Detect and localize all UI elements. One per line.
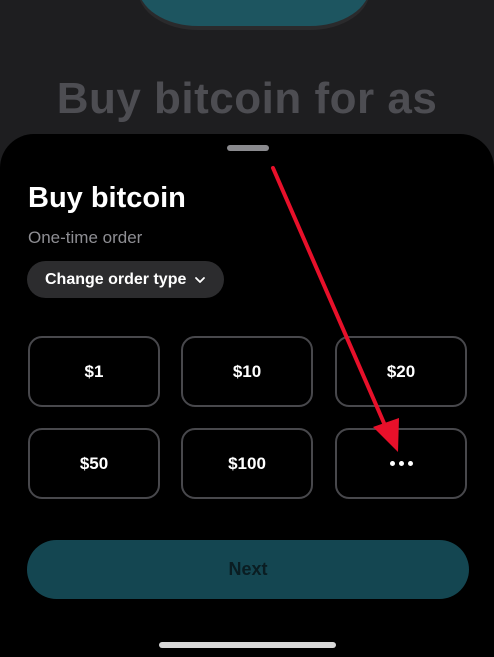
amount-label: $50 bbox=[79, 453, 109, 473]
buy-bitcoin-sheet: Buy bitcoin One-time order Change order … bbox=[0, 134, 494, 657]
amount-label: $1 bbox=[84, 361, 104, 381]
amount-label: $10 bbox=[232, 361, 262, 381]
sheet-title: Buy bitcoin bbox=[28, 182, 186, 214]
sheet-subtitle: One-time order bbox=[28, 228, 143, 247]
ellipsis-icon bbox=[389, 461, 413, 466]
amount-button-10[interactable]: $10 bbox=[181, 336, 313, 407]
amount-label: $100 bbox=[228, 453, 266, 473]
change-order-type-label: Change order type bbox=[45, 270, 187, 288]
more-amounts-button[interactable] bbox=[335, 428, 467, 499]
amount-button-1[interactable]: $1 bbox=[28, 336, 160, 407]
hero-illustration bbox=[138, 0, 370, 26]
home-indicator bbox=[159, 642, 336, 648]
amount-button-50[interactable]: $50 bbox=[28, 428, 160, 499]
amount-label: $20 bbox=[386, 361, 416, 381]
amount-button-100[interactable]: $100 bbox=[181, 428, 313, 499]
background-headline: Buy bitcoin for as bbox=[56, 74, 438, 123]
amount-button-20[interactable]: $20 bbox=[335, 336, 467, 407]
chevron-down-icon bbox=[195, 276, 206, 283]
next-button[interactable]: Next bbox=[27, 540, 469, 599]
change-order-type-button[interactable]: Change order type bbox=[27, 261, 225, 298]
sheet-grabber-handle[interactable] bbox=[227, 145, 269, 151]
next-button-label: Next bbox=[228, 559, 268, 579]
screen: Buy bitcoin for as Buy bitcoin One-time … bbox=[0, 0, 494, 657]
